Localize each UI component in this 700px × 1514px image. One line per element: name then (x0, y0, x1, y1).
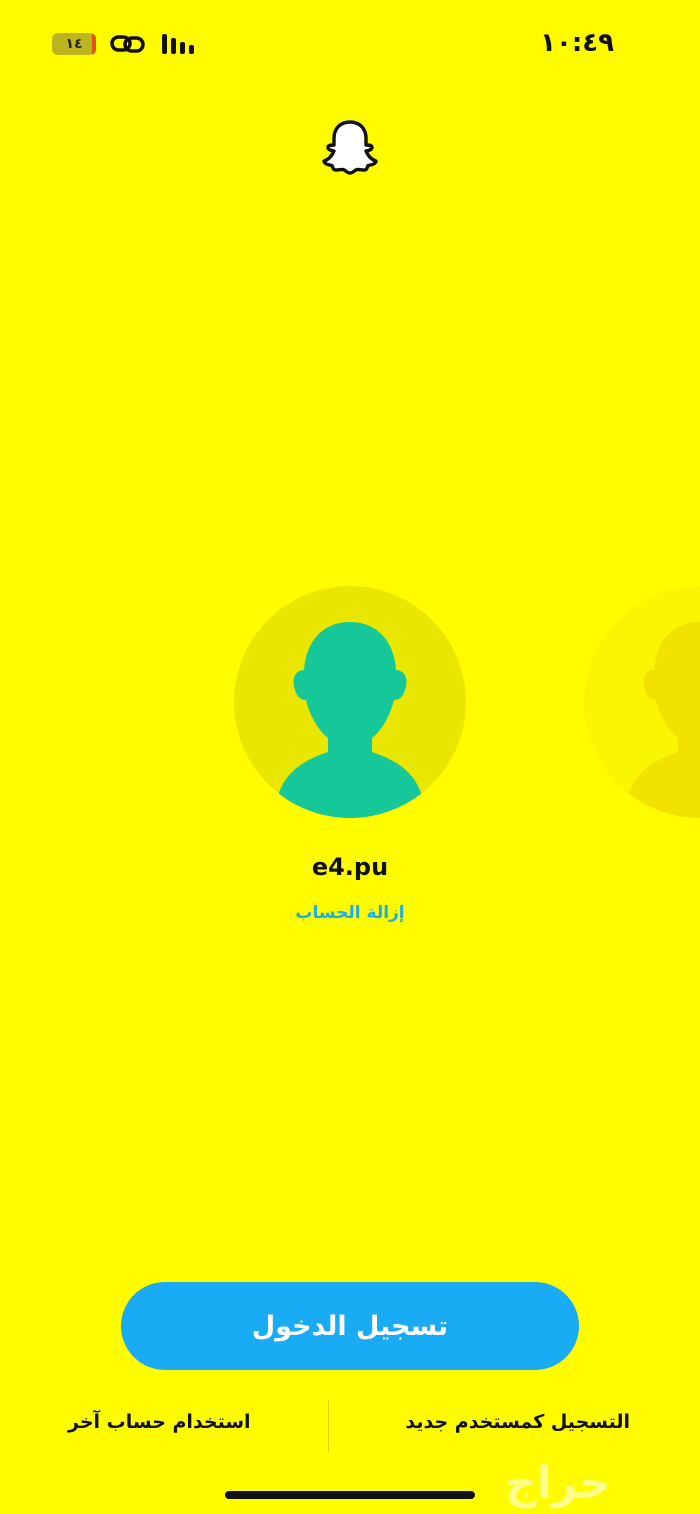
signup-link[interactable]: التسجيل كمستخدم جديد (405, 1411, 630, 1433)
battery-indicator: ١٤ (52, 33, 96, 55)
link-icon (110, 35, 145, 53)
home-indicator[interactable] (225, 1491, 475, 1499)
remove-account-link[interactable]: إزالة الحساب (0, 903, 700, 923)
account-username: e4.pu (311, 853, 389, 881)
next-account-avatar[interactable] (584, 586, 700, 818)
signal-bars-icon (162, 34, 194, 54)
login-screen: ١٤ ١٠:٤٩ e4.pu إزالة الحساب تسجيل الدخول (0, 0, 700, 1514)
user-silhouette-icon (628, 622, 700, 818)
watermark-logo: حراج (505, 1458, 611, 1509)
snapchat-ghost-icon (322, 120, 378, 175)
battery-icon: ١٤ (52, 33, 96, 55)
user-silhouette-icon (278, 622, 422, 818)
use-other-account-link[interactable]: استخدام حساب آخر (68, 1411, 251, 1433)
status-bar-indicators: ١٤ (52, 33, 196, 55)
battery-level-text: ١٤ (65, 36, 83, 52)
bottom-divider (328, 1400, 329, 1452)
account-avatar[interactable] (234, 586, 466, 818)
login-button[interactable]: تسجيل الدخول (121, 1282, 579, 1370)
status-time: ١٠:٤٩ (540, 28, 614, 58)
